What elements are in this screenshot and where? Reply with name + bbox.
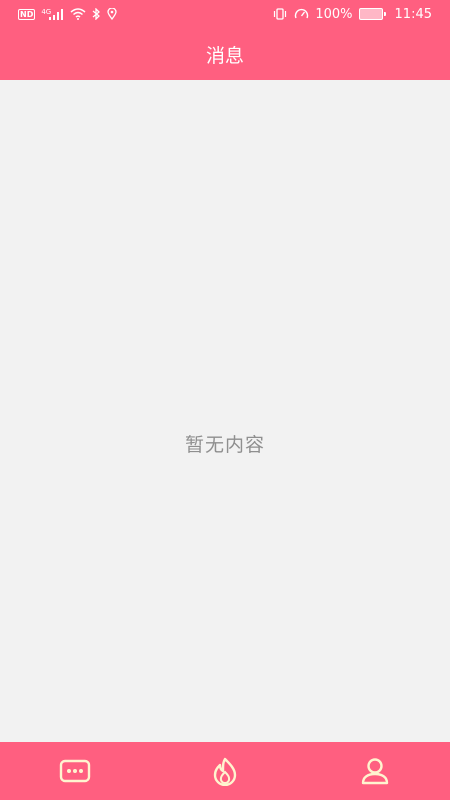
battery-percent: 100%: [315, 6, 353, 22]
status-bar: ND 4G 100% 11:45: [0, 0, 450, 28]
chat-dots-icon: [59, 758, 91, 784]
signal-tag: 4G: [41, 8, 52, 16]
status-right: 100% 11:45: [272, 7, 432, 22]
speed-icon: [294, 8, 309, 20]
status-left: ND 4G: [18, 8, 117, 20]
vibrate-icon: [272, 8, 288, 20]
flame-icon: [211, 756, 239, 786]
header: 消息: [0, 28, 450, 80]
tab-bar: [0, 742, 450, 800]
tab-discover[interactable]: [180, 742, 270, 800]
network-badge: ND: [18, 8, 36, 20]
tab-messages[interactable]: [30, 742, 120, 800]
wifi-icon: [70, 8, 86, 20]
message-list-empty: 暂无内容: [0, 80, 450, 742]
empty-state-text: 暂无内容: [184, 433, 265, 456]
tab-profile[interactable]: [330, 742, 420, 800]
user-icon: [360, 756, 390, 786]
bluetooth-icon: [92, 8, 101, 20]
clock: 11:45: [394, 6, 432, 22]
location-icon: [107, 8, 117, 20]
battery-icon: [358, 8, 386, 20]
signal-icon: 4G: [41, 8, 64, 20]
page-title: 消息: [205, 44, 244, 67]
